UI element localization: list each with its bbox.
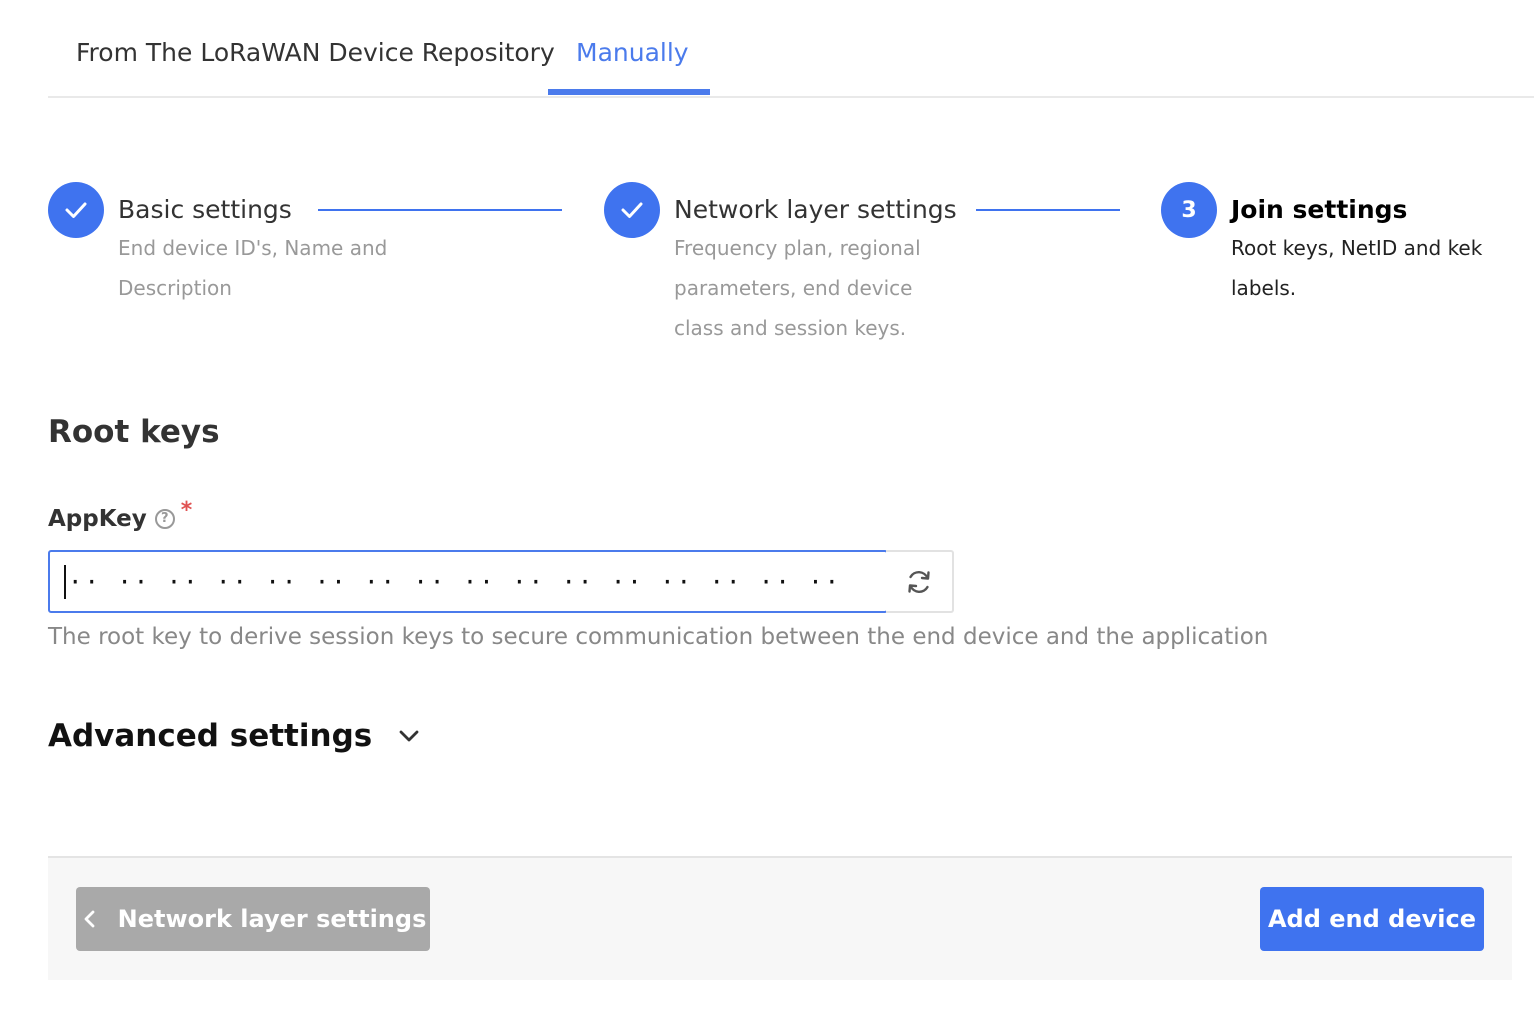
active-tab-indicator xyxy=(548,89,710,95)
advanced-settings-toggle[interactable]: Advanced settings xyxy=(48,714,422,758)
appkey-input-group: ·· ·· ·· ·· ·· ·· ·· ·· ·· ·· ·· ·· ·· ·… xyxy=(48,550,954,613)
step-2-title: Network layer settings xyxy=(674,195,957,224)
form-footer: Network layer settings Add end device xyxy=(48,856,1512,980)
step-3-number: 3 xyxy=(1161,182,1217,238)
chevron-left-icon xyxy=(80,909,100,929)
text-caret xyxy=(64,564,66,599)
tab-manually[interactable]: Manually xyxy=(576,36,689,70)
step-connector-1 xyxy=(318,209,562,211)
step-2-complete-indicator xyxy=(604,182,660,238)
required-mark: * xyxy=(180,498,193,523)
tab-device-repository[interactable]: From The LoRaWAN Device Repository xyxy=(76,36,555,70)
question-circle-icon[interactable]: ? xyxy=(154,509,175,529)
tab-bar: From The LoRaWAN Device Repository Manua… xyxy=(48,0,1534,98)
regenerate-key-button[interactable] xyxy=(886,550,954,613)
appkey-label-text: AppKey xyxy=(48,506,147,532)
back-button[interactable]: Network layer settings xyxy=(76,887,430,951)
root-keys-heading: Root keys xyxy=(48,414,220,450)
add-end-device-page: From The LoRaWAN Device Repository Manua… xyxy=(0,0,1534,1012)
step-3-description: Root keys, NetID and kek labels. xyxy=(1231,236,1483,300)
check-icon xyxy=(621,202,643,218)
chevron-down-icon xyxy=(396,723,422,749)
add-end-device-button[interactable]: Add end device xyxy=(1260,887,1484,951)
refresh-icon xyxy=(908,570,930,593)
step-1-description: End device ID's, Name and Description xyxy=(118,236,388,300)
step-2-description: Frequency plan, regional parameters, end… xyxy=(674,236,921,340)
appkey-input[interactable]: ·· ·· ·· ·· ·· ·· ·· ·· ·· ·· ·· ·· ·· ·… xyxy=(48,550,888,613)
appkey-value: ·· ·· ·· ·· ·· ·· ·· ·· ·· ·· ·· ·· ·· ·… xyxy=(68,567,842,596)
check-icon xyxy=(65,202,87,218)
advanced-settings-label: Advanced settings xyxy=(48,718,373,754)
step-1-title: Basic settings xyxy=(118,195,292,224)
step-1-complete-indicator xyxy=(48,182,104,238)
back-button-label: Network layer settings xyxy=(117,905,427,933)
appkey-help-text: The root key to derive session keys to s… xyxy=(48,624,1269,650)
step-connector-2 xyxy=(976,209,1120,211)
appkey-label: AppKey ? * xyxy=(48,498,192,535)
step-3-title: Join settings xyxy=(1231,195,1408,224)
